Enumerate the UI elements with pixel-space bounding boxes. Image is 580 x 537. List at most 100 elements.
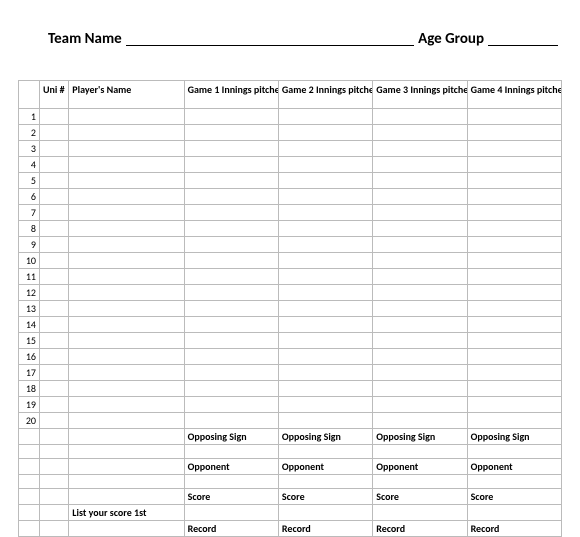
cell[interactable] [69,365,184,381]
cell[interactable] [467,301,561,317]
cell[interactable] [184,109,278,125]
cell[interactable] [373,413,467,429]
cell[interactable] [278,221,372,237]
cell[interactable] [467,221,561,237]
cell[interactable] [69,381,184,397]
cell[interactable] [69,189,184,205]
cell[interactable] [467,413,561,429]
cell[interactable] [467,285,561,301]
cell[interactable] [278,317,372,333]
cell[interactable] [373,253,467,269]
cell[interactable] [184,317,278,333]
cell[interactable] [69,301,184,317]
cell[interactable] [278,397,372,413]
cell[interactable] [373,285,467,301]
cell[interactable] [278,253,372,269]
cell[interactable] [69,253,184,269]
cell[interactable] [467,349,561,365]
cell[interactable] [39,349,68,365]
cell[interactable] [39,109,68,125]
cell[interactable] [184,141,278,157]
cell[interactable] [278,413,372,429]
cell[interactable] [373,301,467,317]
cell[interactable] [39,205,68,221]
cell[interactable] [184,237,278,253]
cell[interactable] [184,125,278,141]
cell[interactable] [39,285,68,301]
cell[interactable] [373,237,467,253]
age-group-fill-line[interactable] [488,32,558,46]
cell[interactable] [467,397,561,413]
cell[interactable] [39,125,68,141]
cell[interactable] [467,269,561,285]
cell[interactable] [278,141,372,157]
cell[interactable] [373,189,467,205]
cell[interactable] [278,189,372,205]
cell[interactable] [278,205,372,221]
cell[interactable] [69,221,184,237]
cell[interactable] [69,349,184,365]
cell[interactable] [278,301,372,317]
cell[interactable] [69,333,184,349]
cell[interactable] [184,157,278,173]
cell[interactable] [278,381,372,397]
cell[interactable] [69,317,184,333]
cell[interactable] [278,125,372,141]
cell[interactable] [373,141,467,157]
cell[interactable] [184,285,278,301]
cell[interactable] [278,173,372,189]
cell[interactable] [467,125,561,141]
cell[interactable] [373,109,467,125]
cell[interactable] [184,221,278,237]
cell[interactable] [467,205,561,221]
cell[interactable] [373,317,467,333]
cell[interactable] [39,173,68,189]
cell[interactable] [39,221,68,237]
cell[interactable] [184,349,278,365]
cell[interactable] [39,269,68,285]
cell[interactable] [373,397,467,413]
cell[interactable] [69,157,184,173]
cell[interactable] [467,381,561,397]
cell[interactable] [69,109,184,125]
cell[interactable] [39,189,68,205]
cell[interactable] [184,189,278,205]
cell[interactable] [184,205,278,221]
cell[interactable] [467,141,561,157]
cell[interactable] [184,301,278,317]
cell[interactable] [278,349,372,365]
cell[interactable] [69,397,184,413]
cell[interactable] [373,157,467,173]
cell[interactable] [184,381,278,397]
cell[interactable] [373,221,467,237]
cell[interactable] [467,365,561,381]
cell[interactable] [373,365,467,381]
cell[interactable] [39,365,68,381]
cell[interactable] [278,269,372,285]
cell[interactable] [69,237,184,253]
cell[interactable] [69,205,184,221]
cell[interactable] [278,285,372,301]
cell[interactable] [39,141,68,157]
cell[interactable] [467,109,561,125]
cell[interactable] [69,285,184,301]
cell[interactable] [467,317,561,333]
cell[interactable] [373,381,467,397]
cell[interactable] [184,397,278,413]
cell[interactable] [373,333,467,349]
cell[interactable] [184,365,278,381]
cell[interactable] [69,413,184,429]
cell[interactable] [39,333,68,349]
cell[interactable] [467,157,561,173]
cell[interactable] [278,365,372,381]
cell[interactable] [467,189,561,205]
cell[interactable] [69,173,184,189]
cell[interactable] [69,269,184,285]
cell[interactable] [39,397,68,413]
cell[interactable] [39,413,68,429]
cell[interactable] [184,253,278,269]
cell[interactable] [39,301,68,317]
cell[interactable] [278,333,372,349]
cell[interactable] [467,237,561,253]
cell[interactable] [278,237,372,253]
